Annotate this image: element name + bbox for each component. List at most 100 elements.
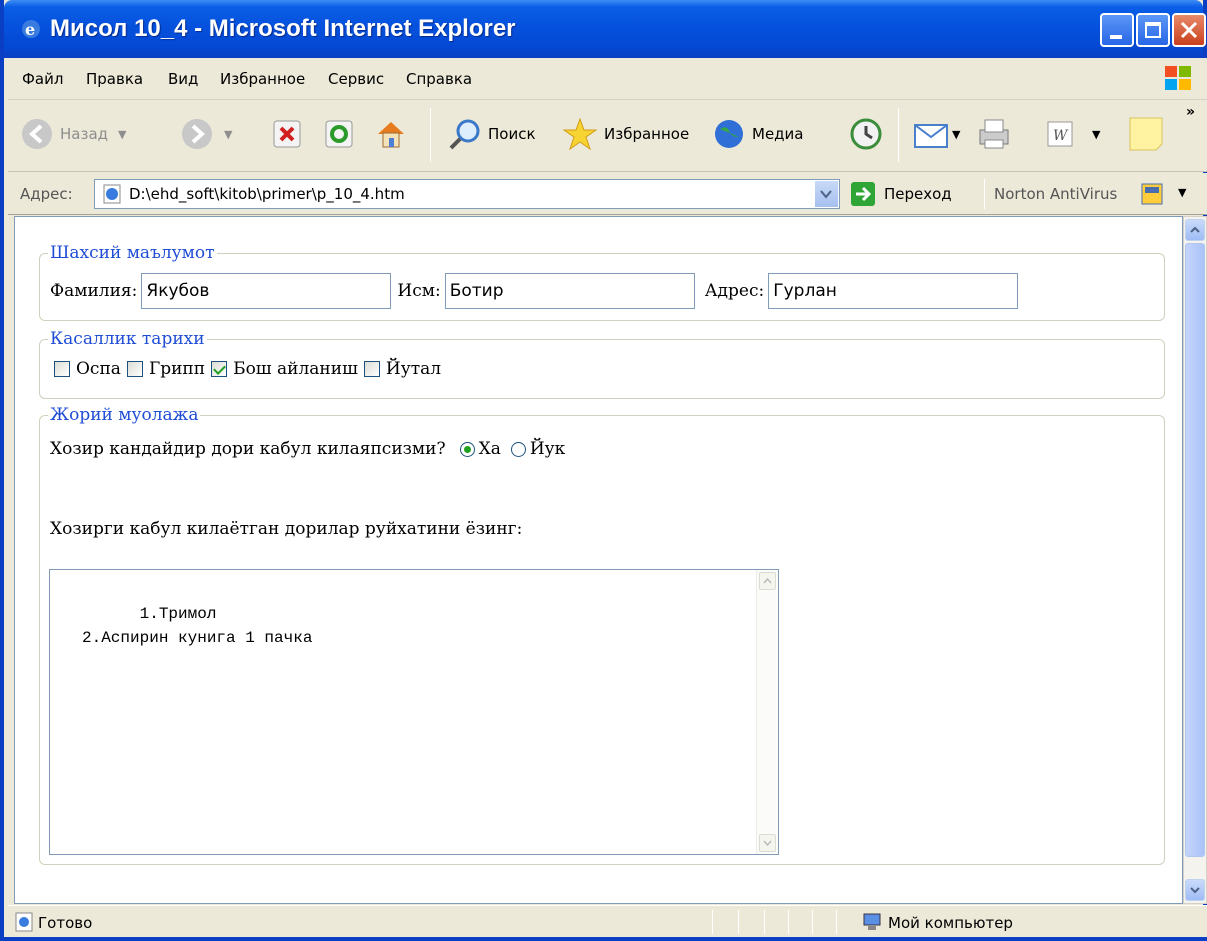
status-text: Готово bbox=[38, 914, 93, 932]
medication-list-prompt: Хозирги кабул килаётган дорилар руйхатин… bbox=[50, 519, 523, 539]
history-button[interactable] bbox=[848, 112, 884, 156]
personal-info-fieldset: Шахсий маълумот Фамилия: Исм: Адрес: bbox=[39, 243, 1165, 321]
close-button[interactable] bbox=[1172, 13, 1206, 47]
maximize-button[interactable] bbox=[1136, 13, 1170, 47]
status-divider bbox=[812, 910, 813, 934]
media-button[interactable]: Медиа bbox=[712, 112, 803, 156]
svg-text:e: e bbox=[25, 20, 35, 39]
radio-yes[interactable] bbox=[459, 441, 475, 457]
cough-label: Йутал bbox=[385, 359, 442, 379]
scroll-thumb[interactable] bbox=[1185, 243, 1205, 857]
mail-icon bbox=[914, 124, 948, 148]
window-title: Мисол 10_4 - Microsoft Internet Explorer bbox=[50, 15, 516, 42]
status-divider bbox=[712, 910, 713, 934]
home-icon bbox=[378, 122, 404, 148]
menu-edit[interactable]: Правка bbox=[86, 70, 143, 88]
smallpox-label: Оспа bbox=[76, 359, 121, 379]
menu-file[interactable]: Файл bbox=[22, 70, 63, 88]
word-icon: W bbox=[1047, 121, 1073, 147]
norton-antivirus-label: Norton AntiVirus bbox=[994, 185, 1118, 203]
toolbar-separator bbox=[898, 108, 899, 162]
radio-no[interactable] bbox=[510, 441, 526, 457]
menu-tools[interactable]: Сервис bbox=[328, 70, 384, 88]
medication-question: Хозир кандайдир дори кабул килаяпсизми? bbox=[50, 439, 446, 459]
medication-question-row: Хозир кандайдир дори кабул килаяпсизми? … bbox=[50, 435, 565, 463]
name-input[interactable] bbox=[444, 273, 695, 309]
star-icon bbox=[562, 117, 598, 151]
history-icon bbox=[850, 118, 882, 150]
status-divider bbox=[764, 910, 765, 934]
medication-list-text: 1.Тримол 2.Аспирин кунига 1 пачка bbox=[82, 605, 313, 647]
textarea-scroll-up[interactable] bbox=[759, 572, 776, 590]
refresh-icon bbox=[325, 120, 353, 148]
checkbox-cough[interactable] bbox=[363, 361, 380, 377]
checkbox-smallpox[interactable] bbox=[54, 361, 70, 377]
media-globe-icon bbox=[715, 120, 743, 148]
stop-icon bbox=[273, 120, 301, 148]
security-zone-text: Мой компьютер bbox=[888, 914, 1013, 932]
search-button[interactable]: Поиск bbox=[448, 112, 536, 156]
stop-button[interactable] bbox=[272, 112, 302, 156]
go-button[interactable]: Переход bbox=[850, 181, 952, 207]
surname-label: Фамилия: bbox=[50, 281, 138, 301]
medical-history-legend: Касаллик тарихи bbox=[50, 329, 205, 349]
refresh-button[interactable] bbox=[324, 112, 354, 156]
medication-list-textarea[interactable]: 1.Тримол 2.Аспирин кунига 1 пачка bbox=[49, 569, 779, 855]
browser-window: e Мисол 10_4 - Microsoft Internet Explor… bbox=[0, 0, 1207, 941]
address-dropdown-button[interactable] bbox=[814, 181, 838, 207]
forward-button[interactable]: ▼ bbox=[180, 112, 232, 156]
menu-favorites[interactable]: Избранное bbox=[220, 70, 305, 88]
ie-icon: e bbox=[22, 20, 40, 39]
toolbar-separator bbox=[430, 108, 431, 162]
page-scrollbar[interactable] bbox=[1183, 216, 1207, 904]
personal-info-legend: Шахсий маълумот bbox=[50, 243, 215, 263]
menu-help[interactable]: Справка bbox=[406, 70, 472, 88]
scroll-down-button[interactable] bbox=[1185, 879, 1205, 901]
back-arrow-icon bbox=[22, 119, 52, 149]
mail-button[interactable]: ▼ bbox=[912, 112, 960, 156]
yes-label: Ха bbox=[478, 439, 501, 459]
norton-dropdown-icon[interactable]: ▼ bbox=[1178, 186, 1186, 199]
scroll-up-button[interactable] bbox=[1185, 219, 1205, 241]
note-button[interactable] bbox=[1126, 112, 1166, 156]
ie-page-icon bbox=[15, 912, 33, 932]
search-icon bbox=[449, 119, 480, 150]
textarea-scroll-down[interactable] bbox=[759, 834, 776, 852]
address-field-input[interactable] bbox=[768, 273, 1019, 309]
favorites-button[interactable]: Избранное bbox=[562, 112, 689, 156]
chevron-down-icon bbox=[820, 190, 832, 199]
title-bar[interactable]: e Мисол 10_4 - Microsoft Internet Explor… bbox=[4, 0, 1206, 58]
name-label: Исм: bbox=[397, 281, 441, 301]
print-button[interactable] bbox=[974, 112, 1014, 156]
toolbar-overflow-chevron[interactable]: » bbox=[1186, 104, 1195, 120]
chevron-up-icon bbox=[1190, 226, 1200, 233]
page-icon bbox=[103, 184, 121, 204]
status-divider bbox=[788, 910, 789, 934]
surname-input[interactable] bbox=[141, 273, 392, 309]
menu-view[interactable]: Вид bbox=[168, 70, 198, 88]
norton-icon[interactable] bbox=[1140, 182, 1164, 206]
no-label: Йук bbox=[529, 439, 566, 459]
checkbox-flu[interactable] bbox=[126, 361, 143, 377]
back-button[interactable]: Назад ▼ bbox=[20, 112, 126, 156]
status-divider bbox=[836, 910, 837, 934]
flu-label: Грипп bbox=[148, 359, 206, 379]
svg-text:W: W bbox=[1053, 128, 1069, 144]
medical-history-fieldset: Касаллик тарихи Оспа Грипп Бош айланиш Й… bbox=[39, 329, 1165, 399]
toolbar: Назад ▼ ▼ Поиск Избранное Медиа ▼ W ▼ » bbox=[8, 100, 1207, 172]
checkbox-dizziness[interactable] bbox=[211, 361, 228, 377]
minimize-button[interactable] bbox=[1100, 13, 1134, 47]
dizziness-label: Бош айланиш bbox=[233, 359, 358, 379]
address-input[interactable]: D:\ehd_soft\kitob\primer\p_10_4.htm bbox=[94, 179, 840, 209]
chevron-up-icon bbox=[763, 577, 772, 584]
computer-zone-icon bbox=[863, 913, 881, 930]
go-arrow-icon bbox=[851, 182, 875, 206]
addrbar-separator bbox=[984, 179, 985, 209]
textarea-scrollbar[interactable] bbox=[756, 570, 778, 854]
medical-history-row: Оспа Грипп Бош айланиш Йутал bbox=[48, 355, 441, 383]
current-treatment-legend: Жорий муолажа bbox=[50, 405, 199, 425]
note-icon bbox=[1129, 117, 1163, 151]
home-button[interactable] bbox=[374, 112, 408, 156]
printer-icon bbox=[979, 119, 1009, 149]
word-edit-button[interactable]: W ▼ bbox=[1044, 112, 1100, 156]
